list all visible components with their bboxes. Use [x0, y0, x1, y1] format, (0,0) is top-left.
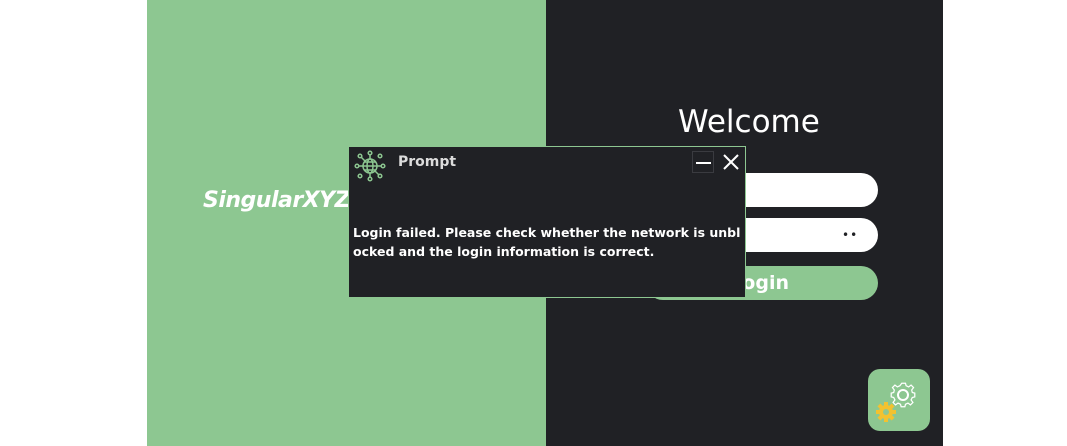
brand-logo: SingularXYZ [203, 188, 351, 213]
minimize-button[interactable] [692, 151, 714, 173]
close-button[interactable] [720, 151, 742, 173]
dialog-message: Login failed. Please check whether the n… [353, 225, 741, 259]
gear-icon [876, 382, 916, 422]
dialog-title: Prompt [398, 154, 457, 170]
close-icon [723, 154, 739, 170]
welcome-title: Welcome [678, 104, 820, 140]
settings-button[interactable] [868, 369, 930, 431]
prompt-dialog: Prompt Login failed. Please check whethe… [348, 146, 746, 298]
globe-network-icon [354, 150, 386, 182]
